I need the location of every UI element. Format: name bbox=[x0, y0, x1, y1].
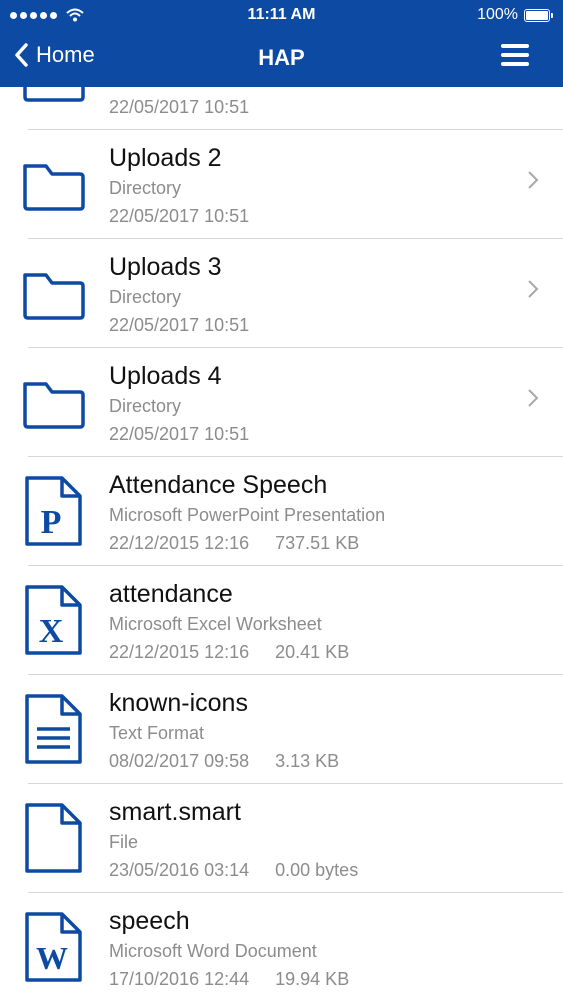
item-size: 19.94 KB bbox=[275, 969, 350, 989]
excel-file-icon: X bbox=[25, 585, 82, 655]
navigation-bar: Home HAP bbox=[0, 30, 563, 87]
folder-icon bbox=[23, 382, 85, 429]
folder-icon bbox=[23, 87, 85, 102]
item-name: Attendance Speech bbox=[109, 471, 328, 499]
item-type: Microsoft PowerPoint Presentation bbox=[109, 505, 386, 525]
app-header: 11:11 AM 100% Home HAP bbox=[0, 0, 563, 87]
item-date: 22/12/2015 12:16 bbox=[109, 533, 250, 553]
item-type: Text Format bbox=[109, 723, 205, 743]
list-item[interactable]: X attendance Microsoft Excel Worksheet 2… bbox=[0, 566, 563, 675]
item-meta: 17/10/2016 12:44 19.94 KB bbox=[109, 969, 349, 990]
item-type: Microsoft Excel Worksheet bbox=[109, 614, 322, 634]
list-item[interactable]: Uploads 2 Directory 22/05/2017 10:51 bbox=[0, 130, 563, 239]
list-item[interactable]: W speech Microsoft Word Document 17/10/2… bbox=[0, 893, 563, 1000]
item-meta: 08/02/2017 09:58 3.13 KB bbox=[109, 751, 339, 772]
item-name: Uploads 3 bbox=[109, 253, 222, 281]
chevron-right-icon bbox=[528, 280, 539, 298]
item-date: 22/05/2017 10:51 bbox=[109, 424, 250, 444]
text-file-icon bbox=[25, 694, 82, 764]
list-item[interactable]: known-icons Text Format 08/02/2017 09:58… bbox=[0, 675, 563, 784]
item-meta: 22/12/2015 12:16 737.51 KB bbox=[109, 533, 359, 554]
list-item[interactable]: 22/05/2017 10:51 bbox=[0, 87, 563, 130]
battery-icon bbox=[524, 8, 550, 22]
file-icon bbox=[25, 803, 82, 873]
item-date: 22/05/2017 10:51 bbox=[109, 206, 250, 226]
item-date: 22/12/2015 12:16 bbox=[109, 642, 250, 662]
item-size: 737.51 KB bbox=[275, 533, 360, 553]
item-type: Directory bbox=[109, 287, 182, 307]
list-item[interactable]: Uploads 3 Directory 22/05/2017 10:51 bbox=[0, 239, 563, 348]
item-type: Directory bbox=[109, 178, 182, 198]
item-name: attendance bbox=[109, 580, 233, 608]
item-meta: 22/12/2015 12:16 20.41 KB bbox=[109, 642, 349, 663]
file-list: 22/05/2017 10:51 Uploads 2 Directory 22/… bbox=[0, 87, 563, 1000]
folder-icon bbox=[23, 273, 85, 320]
item-date: 23/05/2016 03:14 bbox=[109, 860, 250, 880]
item-size: 3.13 KB bbox=[275, 751, 340, 771]
item-date: 08/02/2017 09:58 bbox=[109, 751, 250, 771]
page-title: HAP bbox=[258, 45, 305, 70]
list-item[interactable]: P Attendance Speech Microsoft PowerPoint… bbox=[0, 457, 563, 566]
item-name: Uploads 2 bbox=[109, 144, 222, 172]
hamburger-menu-icon[interactable] bbox=[501, 44, 529, 71]
item-name: Uploads 4 bbox=[109, 362, 222, 390]
battery-percent: 100% bbox=[477, 6, 518, 23]
powerpoint-file-icon: P bbox=[25, 476, 82, 546]
word-file-icon: W bbox=[25, 912, 82, 982]
folder-icon bbox=[23, 164, 85, 211]
item-name: speech bbox=[109, 907, 190, 935]
file-type-letter: W bbox=[36, 940, 68, 976]
list-item[interactable]: Uploads 4 Directory 22/05/2017 10:51 bbox=[0, 348, 563, 457]
item-meta: 23/05/2016 03:14 0.00 bytes bbox=[109, 860, 358, 881]
chevron-right-icon bbox=[528, 389, 539, 407]
item-date: 22/05/2017 10:51 bbox=[109, 97, 250, 117]
file-type-letter: P bbox=[41, 504, 62, 541]
file-type-letter: X bbox=[39, 613, 64, 650]
item-type: Microsoft Word Document bbox=[109, 941, 317, 961]
item-name: known-icons bbox=[109, 689, 248, 717]
list-item[interactable]: smart.smart File 23/05/2016 03:14 0.00 by… bbox=[0, 784, 563, 893]
item-type: File bbox=[109, 832, 139, 852]
item-date: 17/10/2016 12:44 bbox=[109, 969, 250, 989]
item-size: 0.00 bytes bbox=[275, 860, 359, 880]
item-type: Directory bbox=[109, 396, 182, 416]
chevron-right-icon bbox=[528, 171, 539, 189]
item-size: 20.41 KB bbox=[275, 642, 350, 662]
status-bar: 11:11 AM 100% bbox=[0, 0, 563, 30]
battery-status: 100% bbox=[477, 6, 553, 24]
item-date: 22/05/2017 10:51 bbox=[109, 315, 250, 335]
item-name: smart.smart bbox=[109, 798, 241, 826]
